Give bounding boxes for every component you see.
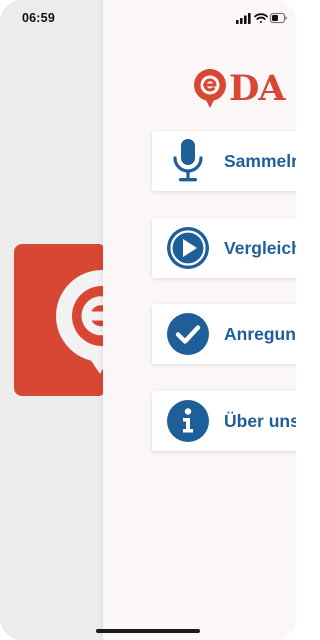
status-bar: 06:59 [0, 0, 296, 36]
status-time: 06:59 [22, 11, 55, 25]
menu-item-ueber-uns[interactable]: Über uns [152, 391, 296, 451]
info-circle-icon [166, 399, 210, 443]
logo-text: DA [229, 67, 286, 109]
e-speech-bubble-icon [56, 270, 106, 374]
menu-item-label: Über uns [224, 410, 296, 431]
e-speech-bubble-icon [194, 69, 226, 108]
signal-bars-icon [236, 13, 251, 24]
home-indicator[interactable] [96, 629, 200, 633]
background-app-panel [0, 0, 106, 640]
check-circle-icon [166, 312, 210, 356]
wifi-icon [254, 13, 268, 23]
status-icons [236, 12, 288, 24]
play-circle-icon [166, 226, 210, 270]
microphone-icon [166, 139, 210, 183]
menu-item-anregung[interactable]: Anregung [152, 304, 296, 364]
menu-item-sammeln[interactable]: Sammeln [152, 131, 296, 191]
menu-item-vergleich[interactable]: Vergleich [152, 218, 296, 278]
battery-icon [269, 12, 287, 24]
menu-item-label: Sammeln [224, 150, 296, 171]
menu-item-label: Anregung [224, 323, 296, 344]
app-logo: DA [193, 66, 286, 110]
menu-item-label: Vergleich [224, 237, 296, 258]
app-logo-tile[interactable] [14, 244, 106, 396]
phone-screen: 06:59 DA Sammeln Vergleich Anregun Über … [0, 0, 296, 640]
